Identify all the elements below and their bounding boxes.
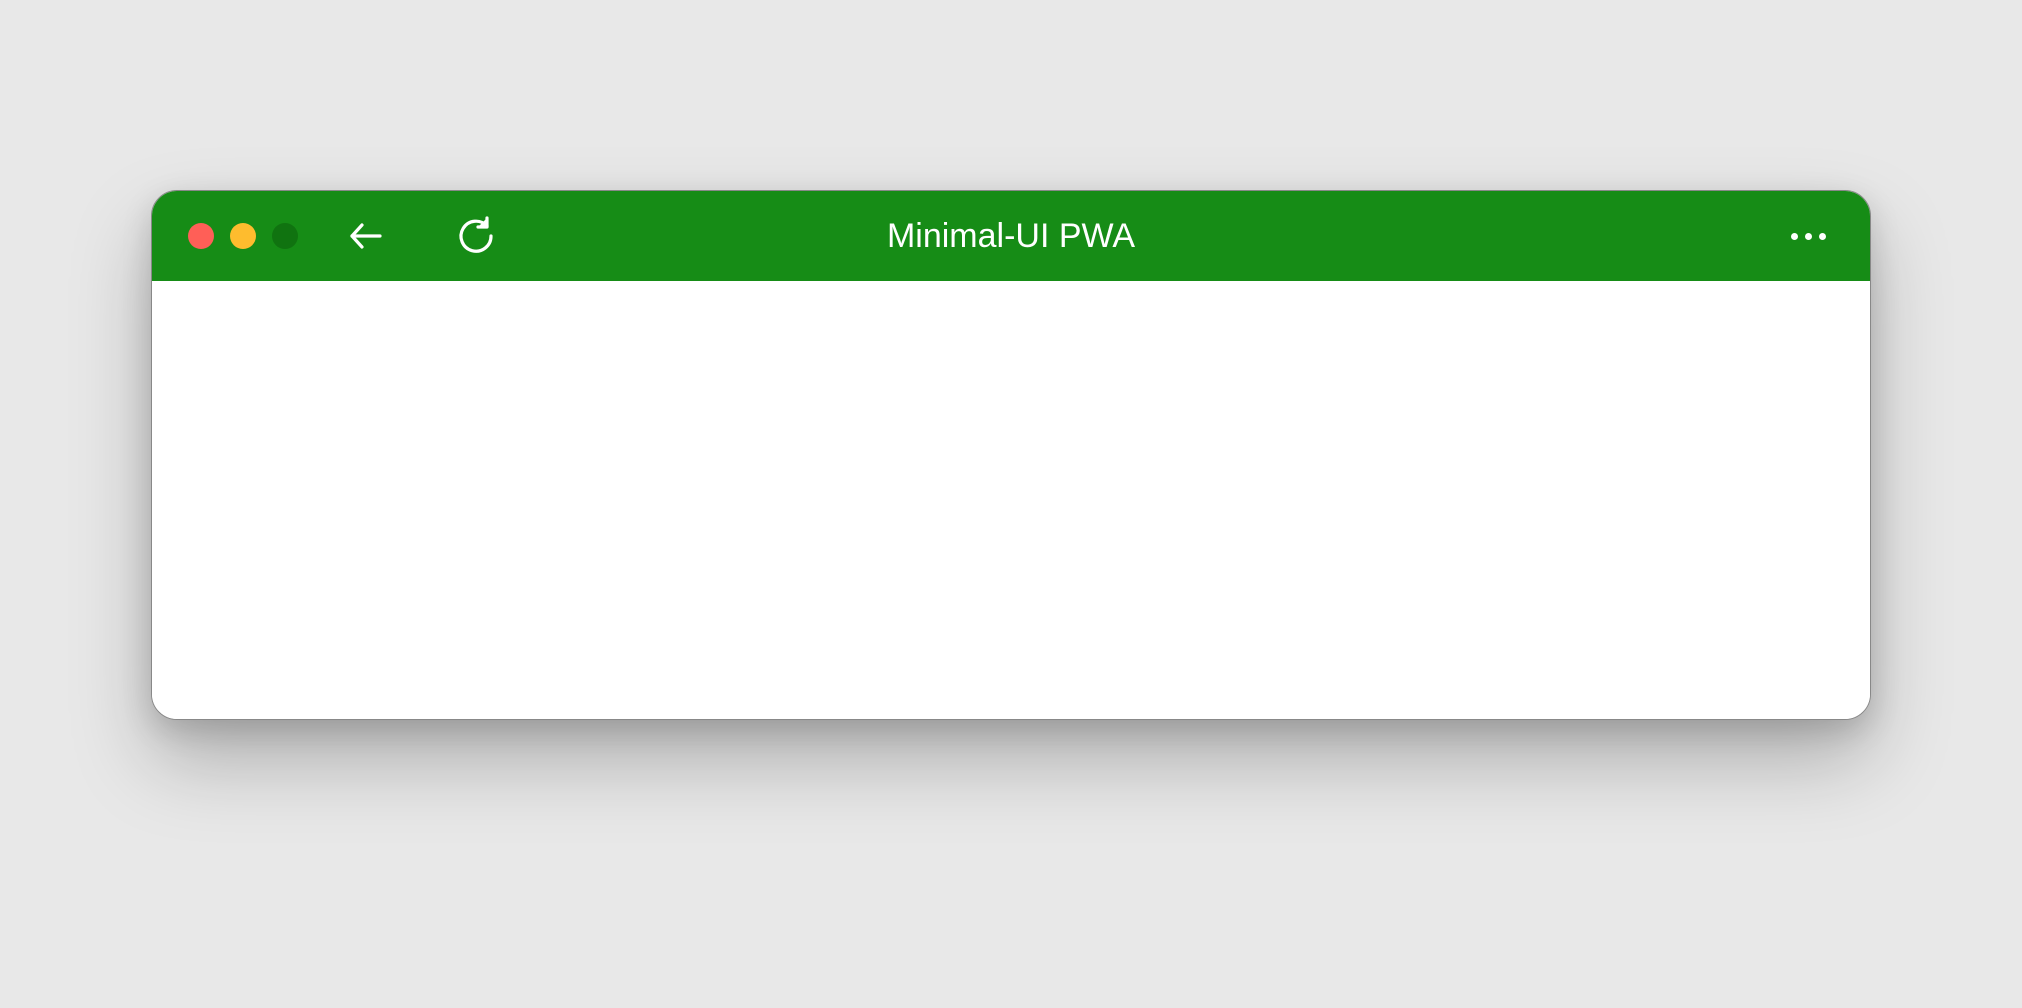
window-title: Minimal-UI PWA (887, 217, 1135, 256)
maximize-button[interactable] (272, 223, 298, 249)
reload-icon (456, 216, 496, 256)
titlebar-actions (1783, 225, 1834, 248)
titlebar: Minimal-UI PWA (152, 191, 1870, 281)
nav-controls (346, 216, 496, 256)
app-window: Minimal-UI PWA (151, 190, 1871, 720)
arrow-left-icon (346, 216, 386, 256)
more-icon (1805, 233, 1812, 240)
more-button[interactable] (1783, 225, 1834, 248)
reload-button[interactable] (456, 216, 496, 256)
back-button[interactable] (346, 216, 386, 256)
more-icon (1819, 233, 1826, 240)
more-icon (1791, 233, 1798, 240)
minimize-button[interactable] (230, 223, 256, 249)
content-area (152, 281, 1870, 719)
window-controls (188, 223, 298, 249)
close-button[interactable] (188, 223, 214, 249)
